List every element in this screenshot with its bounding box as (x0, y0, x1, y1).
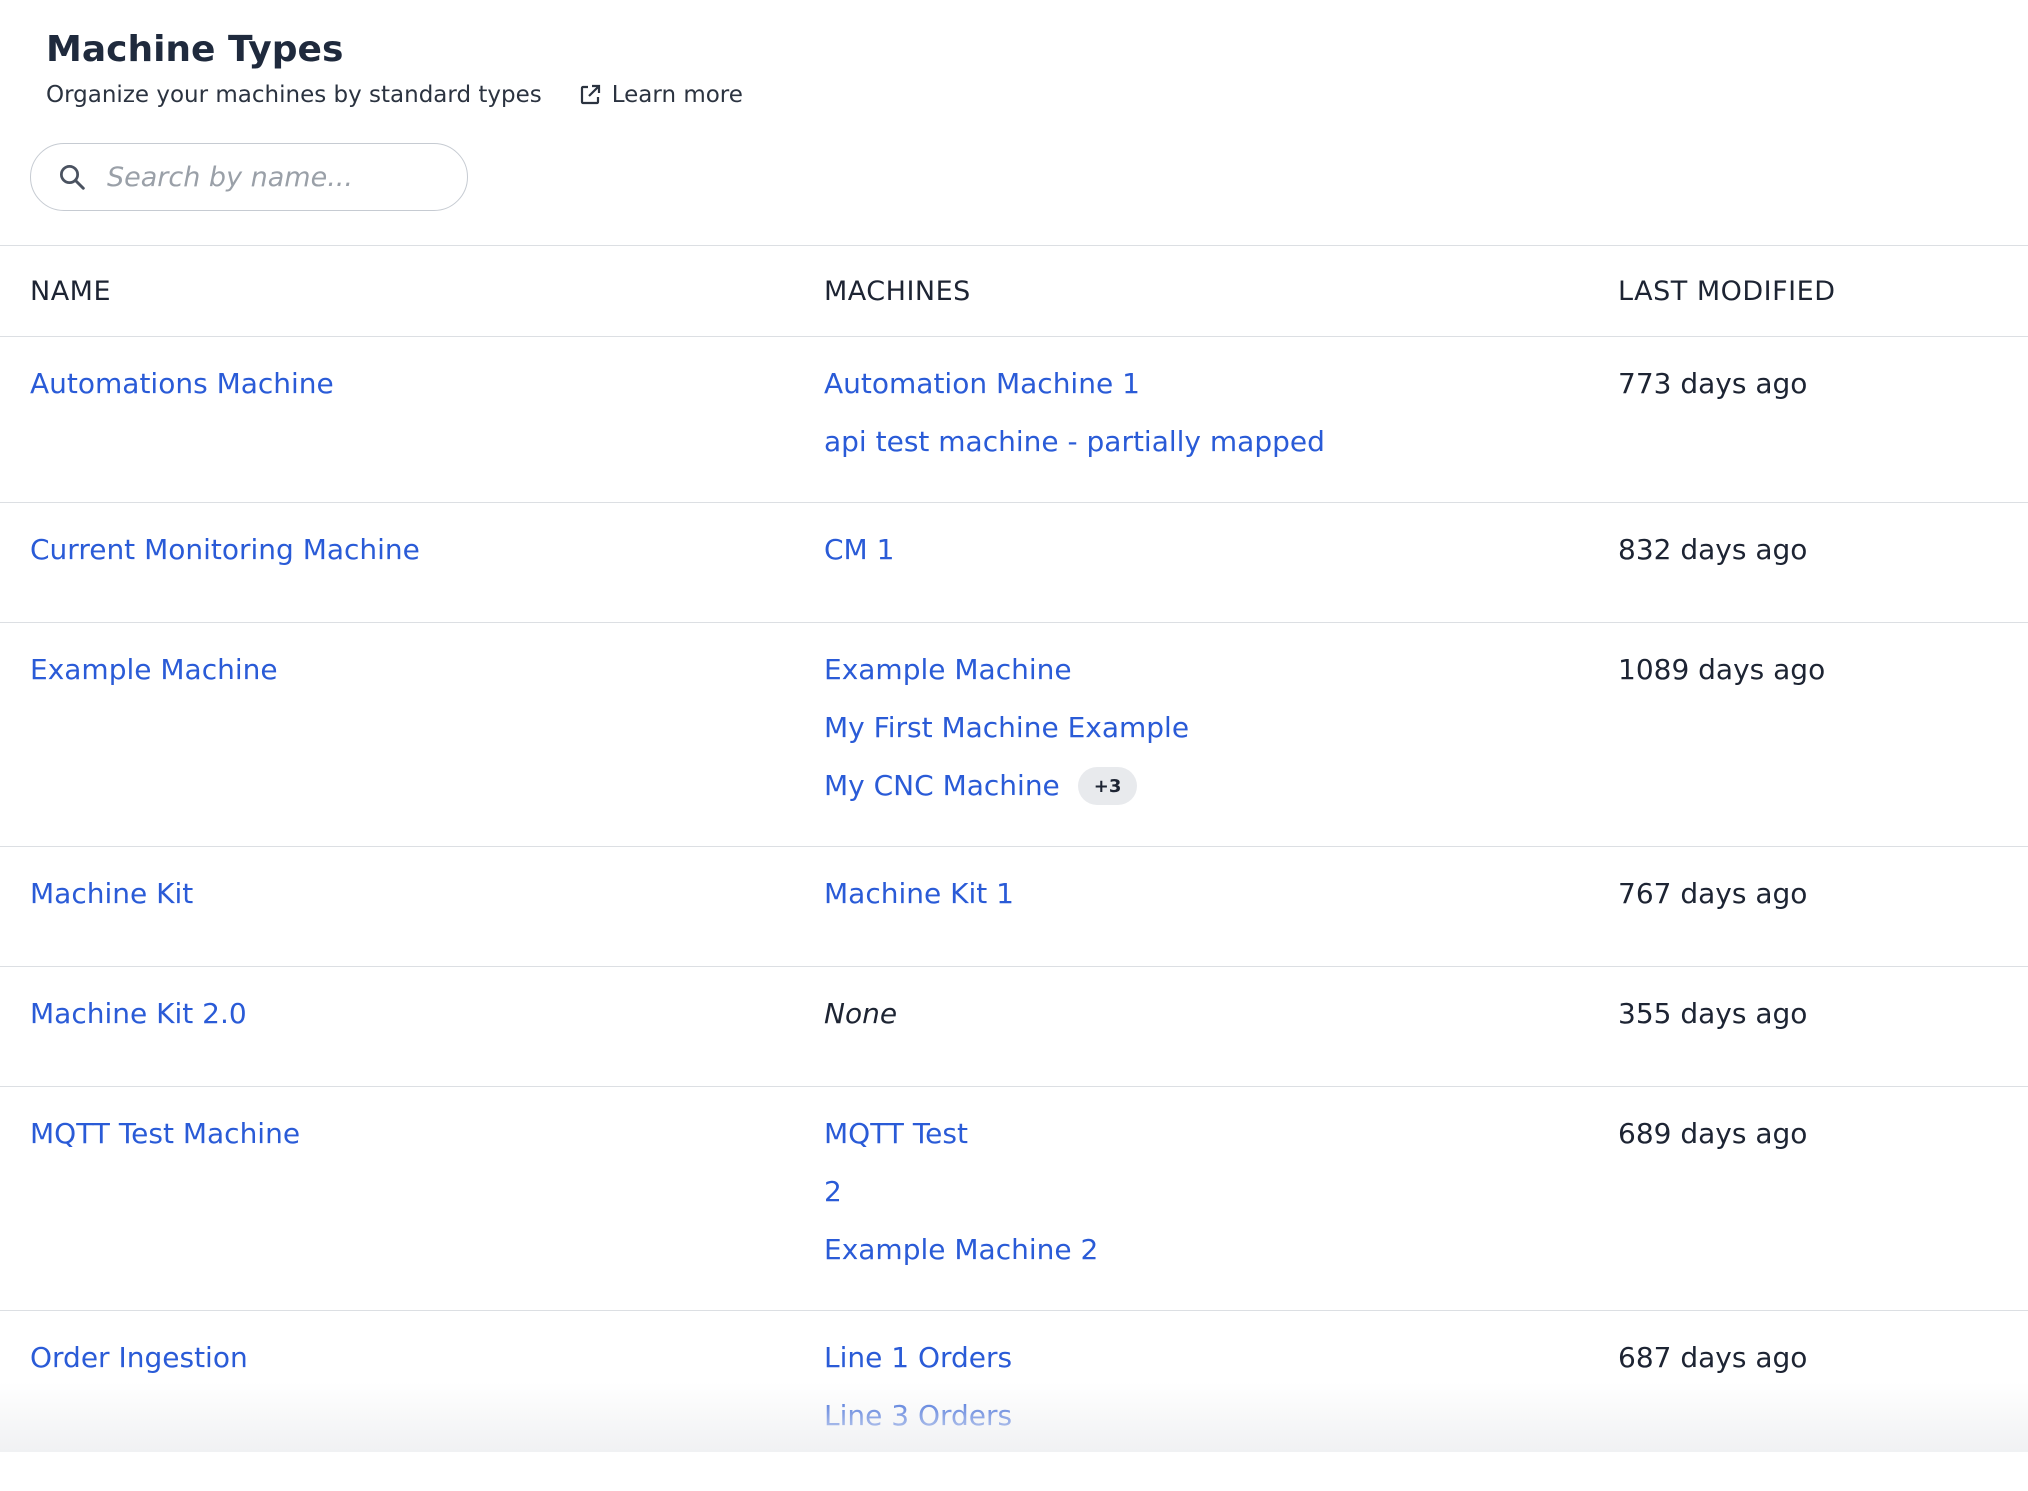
table-row: Automations Machine Automation Machine 1… (0, 337, 2028, 503)
machines-cell: CM 1 (824, 521, 894, 579)
machine-link[interactable]: 2 (824, 1163, 842, 1221)
machines-cell: Line 1 Orders Line 3 Orders (824, 1329, 1012, 1445)
more-machines-badge[interactable]: +3 (1077, 767, 1138, 805)
machine-link[interactable]: api test machine - partially mapped (824, 413, 1325, 471)
table-row: Current Monitoring Machine CM 1 832 days… (0, 503, 2028, 623)
machine-type-link[interactable]: Automations Machine (30, 367, 334, 400)
table-row: MQTT Test Machine MQTT Test 2 Example Ma… (0, 1087, 2028, 1311)
no-machines-text: None (824, 997, 898, 1030)
page-header: Machine Types Organize your machines by … (46, 26, 743, 110)
table-row: Example Machine Example Machine My First… (0, 623, 2028, 847)
machine-link[interactable]: My CNC Machine (824, 757, 1060, 815)
machine-link[interactable]: Example Machine (824, 641, 1072, 699)
machine-type-link[interactable]: Machine Kit 2.0 (30, 997, 247, 1030)
table-row: Order Ingestion Line 1 Orders Line 3 Ord… (0, 1311, 2028, 1491)
machine-link[interactable]: My First Machine Example (824, 699, 1189, 757)
search-icon (60, 165, 85, 190)
table-header: NAME MACHINES LAST MODIFIED (0, 245, 2028, 337)
machines-cell: Automation Machine 1 api test machine - … (824, 355, 1325, 471)
learn-more-link[interactable]: Learn more (578, 80, 743, 110)
subtitle-row: Organize your machines by standard types… (46, 80, 743, 110)
machine-type-link[interactable]: Machine Kit (30, 877, 193, 910)
machines-cell: Example Machine My First Machine Example… (824, 641, 1189, 815)
machine-link[interactable]: Line 3 Orders (824, 1387, 1012, 1445)
column-header-last-modified[interactable]: LAST MODIFIED (1618, 276, 1836, 307)
machines-cell: None (824, 985, 897, 1043)
page-title: Machine Types (46, 29, 344, 70)
last-modified: 773 days ago (1618, 367, 1808, 400)
machines-cell: Machine Kit 1 (824, 865, 1014, 923)
last-modified: 355 days ago (1618, 997, 1808, 1030)
page-subtitle: Organize your machines by standard types (46, 82, 542, 108)
column-header-name[interactable]: NAME (30, 276, 111, 307)
column-header-machines[interactable]: MACHINES (824, 276, 971, 307)
machine-types-table: NAME MACHINES LAST MODIFIED Automations … (0, 245, 2028, 1491)
search-input[interactable] (105, 160, 439, 194)
last-modified: 687 days ago (1618, 1341, 1808, 1374)
machine-link[interactable]: Line 1 Orders (824, 1329, 1012, 1387)
machine-link[interactable]: Example Machine 2 (824, 1221, 1098, 1279)
machine-link[interactable]: Machine Kit 1 (824, 865, 1014, 923)
table-row: Machine Kit Machine Kit 1 767 days ago (0, 847, 2028, 967)
machine-type-link[interactable]: Order Ingestion (30, 1341, 248, 1374)
table-row: Machine Kit 2.0 None 355 days ago (0, 967, 2028, 1087)
machine-link[interactable]: MQTT Test (824, 1105, 968, 1163)
machine-link[interactable]: Automation Machine 1 (824, 355, 1140, 413)
machine-link[interactable]: CM 1 (824, 521, 894, 579)
last-modified: 689 days ago (1618, 1117, 1808, 1150)
last-modified: 1089 days ago (1618, 653, 1826, 686)
machine-type-link[interactable]: MQTT Test Machine (30, 1117, 300, 1150)
learn-more-label[interactable]: Learn more (612, 80, 743, 110)
last-modified: 767 days ago (1618, 877, 1808, 910)
search-box[interactable] (30, 143, 468, 211)
machines-cell: MQTT Test 2 Example Machine 2 (824, 1105, 1098, 1279)
external-link-icon (580, 84, 600, 105)
last-modified: 832 days ago (1618, 533, 1808, 566)
machine-type-link[interactable]: Example Machine (30, 653, 278, 686)
machine-type-link[interactable]: Current Monitoring Machine (30, 533, 420, 566)
